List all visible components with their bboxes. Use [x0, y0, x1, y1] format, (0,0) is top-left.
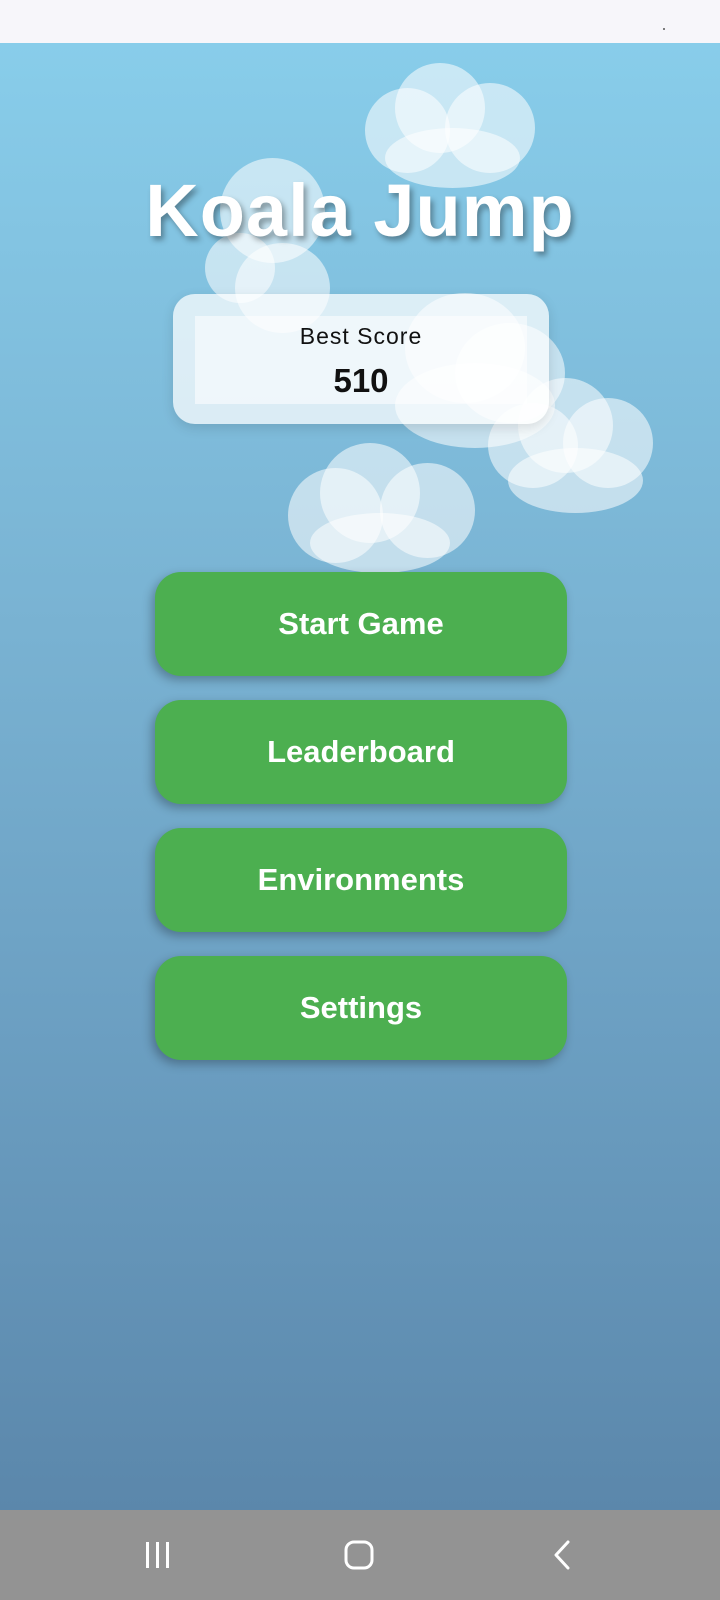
start-game-button[interactable]: Start Game [155, 572, 567, 676]
environments-button[interactable]: Environments [155, 828, 567, 932]
game-background: Koala Jump Best Score 510 Start Game Lea… [0, 43, 720, 1510]
game-title: Koala Jump [145, 169, 575, 252]
leaderboard-button[interactable]: Leaderboard [155, 700, 567, 804]
status-indicator [663, 28, 665, 30]
settings-button[interactable]: Settings [155, 956, 567, 1060]
best-score-card: Best Score 510 [173, 294, 549, 424]
cloud [288, 443, 480, 573]
best-score-value: 510 [333, 362, 389, 399]
status-bar [0, 0, 720, 43]
best-score-label: Best Score [299, 323, 423, 349]
back-icon[interactable] [548, 1540, 580, 1575]
recent-apps-icon[interactable] [142, 1540, 174, 1575]
system-navigation-bar [0, 1510, 720, 1600]
home-icon[interactable] [343, 1540, 375, 1575]
